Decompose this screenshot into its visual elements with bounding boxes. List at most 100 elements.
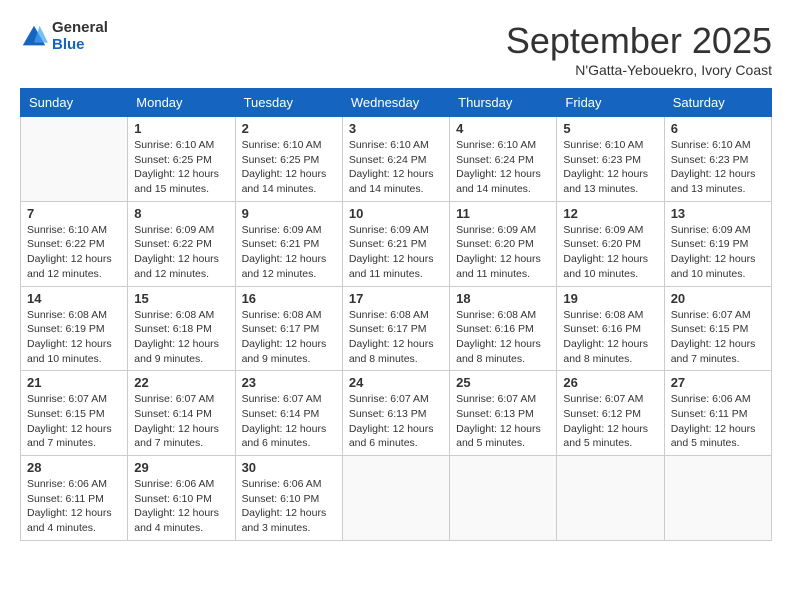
- day-number: 15: [134, 291, 228, 306]
- page-header: General Blue September 2025 N'Gatta-Yebo…: [20, 20, 772, 78]
- calendar-cell: [342, 456, 449, 541]
- day-of-week-header: Monday: [128, 89, 235, 117]
- calendar-cell: [21, 117, 128, 202]
- calendar-table: SundayMondayTuesdayWednesdayThursdayFrid…: [20, 88, 772, 541]
- calendar-week-row: 21 Sunrise: 6:07 AM Sunset: 6:15 PM Dayli…: [21, 371, 772, 456]
- logo-text: General Blue: [52, 20, 108, 53]
- day-info: Sunrise: 6:09 AM Sunset: 6:21 PM Dayligh…: [349, 223, 443, 282]
- day-number: 13: [671, 206, 765, 221]
- calendar-cell: 7 Sunrise: 6:10 AM Sunset: 6:22 PM Daylig…: [21, 201, 128, 286]
- day-info: Sunrise: 6:09 AM Sunset: 6:20 PM Dayligh…: [456, 223, 550, 282]
- calendar-cell: 8Sunrise: 6:09 AM Sunset: 6:22 PM Daylig…: [128, 201, 235, 286]
- logo-blue: Blue: [52, 37, 108, 54]
- calendar-cell: 10Sunrise: 6:09 AM Sunset: 6:21 PM Dayli…: [342, 201, 449, 286]
- day-number: 25: [456, 375, 550, 390]
- day-info: Sunrise: 6:07 AM Sunset: 6:15 PM Dayligh…: [671, 308, 765, 367]
- day-number: 28: [27, 460, 121, 475]
- day-number: 30: [242, 460, 336, 475]
- day-number: 22: [134, 375, 228, 390]
- day-of-week-header: Wednesday: [342, 89, 449, 117]
- day-number: 16: [242, 291, 336, 306]
- day-info: Sunrise: 6:10 AM Sunset: 6:22 PM Dayligh…: [27, 223, 121, 282]
- location-subtitle: N'Gatta-Yebouekro, Ivory Coast: [506, 62, 772, 78]
- calendar-week-row: 28 Sunrise: 6:06 AM Sunset: 6:11 PM Dayli…: [21, 456, 772, 541]
- calendar-cell: 18Sunrise: 6:08 AM Sunset: 6:16 PM Dayli…: [450, 286, 557, 371]
- day-number: 5: [563, 121, 657, 136]
- day-info: Sunrise: 6:07 AM Sunset: 6:14 PM Dayligh…: [134, 392, 228, 451]
- day-info: Sunrise: 6:08 AM Sunset: 6:18 PM Dayligh…: [134, 308, 228, 367]
- day-info: Sunrise: 6:10 AM Sunset: 6:25 PM Dayligh…: [242, 138, 336, 197]
- calendar-cell: 15 Sunrise: 6:08 AM Sunset: 6:18 PM Dayli…: [128, 286, 235, 371]
- calendar-cell: 22 Sunrise: 6:07 AM Sunset: 6:14 PM Dayli…: [128, 371, 235, 456]
- day-of-week-header: Sunday: [21, 89, 128, 117]
- calendar-cell: 2 Sunrise: 6:10 AM Sunset: 6:25 PM Daylig…: [235, 117, 342, 202]
- day-info: Sunrise: 6:07 AM Sunset: 6:13 PM Dayligh…: [349, 392, 443, 451]
- day-number: 2: [242, 121, 336, 136]
- day-of-week-header: Tuesday: [235, 89, 342, 117]
- day-info: Sunrise: 6:07 AM Sunset: 6:12 PM Dayligh…: [563, 392, 657, 451]
- day-number: 27: [671, 375, 765, 390]
- calendar-cell: 20Sunrise: 6:07 AM Sunset: 6:15 PM Dayli…: [664, 286, 771, 371]
- day-info: Sunrise: 6:06 AM Sunset: 6:10 PM Dayligh…: [134, 477, 228, 536]
- calendar-cell: 3 Sunrise: 6:10 AM Sunset: 6:24 PM Daylig…: [342, 117, 449, 202]
- day-number: 24: [349, 375, 443, 390]
- day-number: 29: [134, 460, 228, 475]
- day-info: Sunrise: 6:08 AM Sunset: 6:17 PM Dayligh…: [242, 308, 336, 367]
- day-of-week-header: Friday: [557, 89, 664, 117]
- day-number: 3: [349, 121, 443, 136]
- calendar-cell: [664, 456, 771, 541]
- day-number: 19: [563, 291, 657, 306]
- calendar-cell: 13Sunrise: 6:09 AM Sunset: 6:19 PM Dayli…: [664, 201, 771, 286]
- calendar-header-row: SundayMondayTuesdayWednesdayThursdayFrid…: [21, 89, 772, 117]
- calendar-cell: 14Sunrise: 6:08 AM Sunset: 6:19 PM Dayli…: [21, 286, 128, 371]
- day-number: 12: [563, 206, 657, 221]
- day-number: 26: [563, 375, 657, 390]
- calendar-cell: 25 Sunrise: 6:07 AM Sunset: 6:13 PM Dayli…: [450, 371, 557, 456]
- day-info: Sunrise: 6:07 AM Sunset: 6:15 PM Dayligh…: [27, 392, 121, 451]
- day-info: Sunrise: 6:10 AM Sunset: 6:23 PM Dayligh…: [563, 138, 657, 197]
- day-info: Sunrise: 6:10 AM Sunset: 6:25 PM Dayligh…: [134, 138, 228, 197]
- calendar-cell: 9 Sunrise: 6:09 AM Sunset: 6:21 PM Daylig…: [235, 201, 342, 286]
- day-of-week-header: Thursday: [450, 89, 557, 117]
- day-number: 21: [27, 375, 121, 390]
- day-number: 1: [134, 121, 228, 136]
- calendar-cell: 27Sunrise: 6:06 AM Sunset: 6:11 PM Dayli…: [664, 371, 771, 456]
- month-title: September 2025: [506, 20, 772, 62]
- calendar-cell: 16 Sunrise: 6:08 AM Sunset: 6:17 PM Dayli…: [235, 286, 342, 371]
- day-number: 17: [349, 291, 443, 306]
- day-info: Sunrise: 6:10 AM Sunset: 6:24 PM Dayligh…: [349, 138, 443, 197]
- calendar-cell: 21 Sunrise: 6:07 AM Sunset: 6:15 PM Dayli…: [21, 371, 128, 456]
- calendar-cell: 6 Sunrise: 6:10 AM Sunset: 6:23 PM Daylig…: [664, 117, 771, 202]
- calendar-week-row: 14Sunrise: 6:08 AM Sunset: 6:19 PM Dayli…: [21, 286, 772, 371]
- day-number: 14: [27, 291, 121, 306]
- day-number: 4: [456, 121, 550, 136]
- day-info: Sunrise: 6:09 AM Sunset: 6:22 PM Dayligh…: [134, 223, 228, 282]
- day-number: 11: [456, 206, 550, 221]
- calendar-cell: 24 Sunrise: 6:07 AM Sunset: 6:13 PM Dayli…: [342, 371, 449, 456]
- day-info: Sunrise: 6:07 AM Sunset: 6:13 PM Dayligh…: [456, 392, 550, 451]
- calendar-cell: 26 Sunrise: 6:07 AM Sunset: 6:12 PM Dayli…: [557, 371, 664, 456]
- day-info: Sunrise: 6:06 AM Sunset: 6:11 PM Dayligh…: [27, 477, 121, 536]
- day-number: 7: [27, 206, 121, 221]
- day-info: Sunrise: 6:09 AM Sunset: 6:20 PM Dayligh…: [563, 223, 657, 282]
- day-info: Sunrise: 6:10 AM Sunset: 6:23 PM Dayligh…: [671, 138, 765, 197]
- logo: General Blue: [20, 20, 108, 53]
- day-info: Sunrise: 6:09 AM Sunset: 6:21 PM Dayligh…: [242, 223, 336, 282]
- calendar-cell: 4Sunrise: 6:10 AM Sunset: 6:24 PM Daylig…: [450, 117, 557, 202]
- calendar-cell: 28 Sunrise: 6:06 AM Sunset: 6:11 PM Dayli…: [21, 456, 128, 541]
- calendar-cell: 17 Sunrise: 6:08 AM Sunset: 6:17 PM Dayli…: [342, 286, 449, 371]
- title-section: September 2025 N'Gatta-Yebouekro, Ivory …: [506, 20, 772, 78]
- calendar-cell: 19Sunrise: 6:08 AM Sunset: 6:16 PM Dayli…: [557, 286, 664, 371]
- calendar-week-row: 1 Sunrise: 6:10 AM Sunset: 6:25 PM Daylig…: [21, 117, 772, 202]
- day-number: 23: [242, 375, 336, 390]
- day-number: 6: [671, 121, 765, 136]
- day-number: 9: [242, 206, 336, 221]
- logo-icon: [20, 23, 48, 51]
- calendar-cell: 29 Sunrise: 6:06 AM Sunset: 6:10 PM Dayli…: [128, 456, 235, 541]
- day-number: 18: [456, 291, 550, 306]
- calendar-cell: [557, 456, 664, 541]
- day-info: Sunrise: 6:07 AM Sunset: 6:14 PM Dayligh…: [242, 392, 336, 451]
- calendar-cell: 12 Sunrise: 6:09 AM Sunset: 6:20 PM Dayli…: [557, 201, 664, 286]
- day-info: Sunrise: 6:08 AM Sunset: 6:17 PM Dayligh…: [349, 308, 443, 367]
- calendar-cell: [450, 456, 557, 541]
